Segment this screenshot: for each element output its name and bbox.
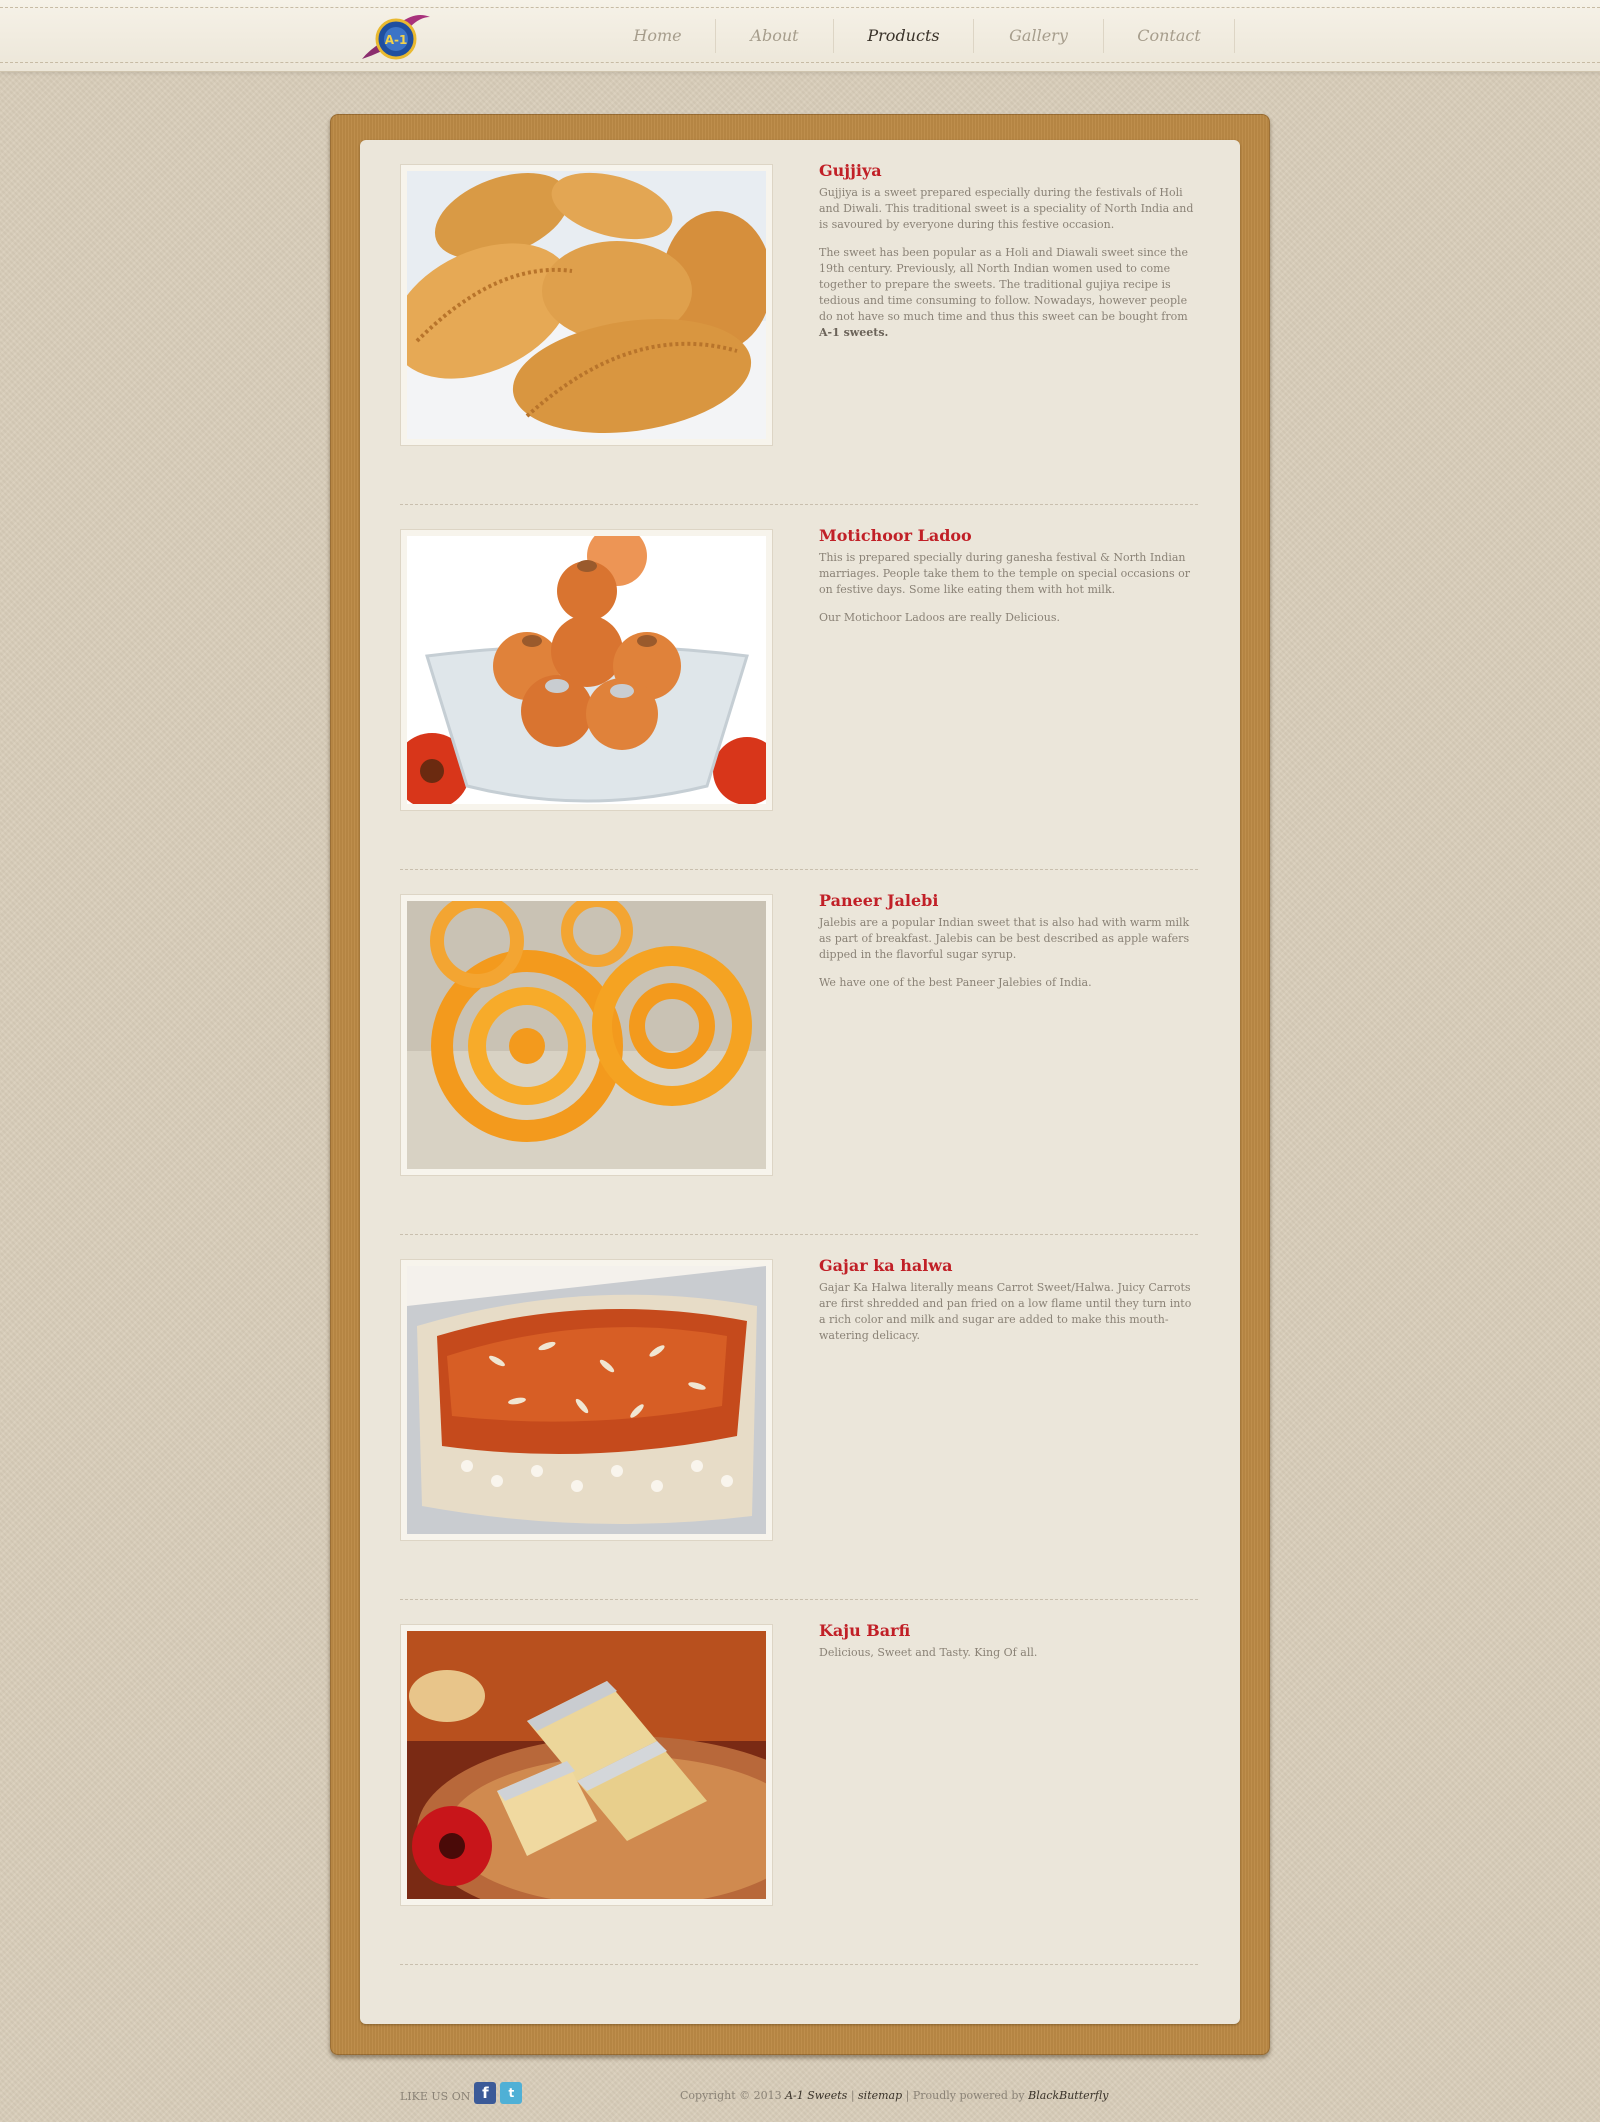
product-info-paneer-jalebi: Paneer Jalebi Jalebis are a popular Indi… xyxy=(819,890,1199,1003)
product-photo-gujjiya xyxy=(400,164,773,446)
nav-products[interactable]: Products xyxy=(834,19,974,53)
product-photo-motichoor-ladoo xyxy=(400,529,773,811)
nav-contact[interactable]: Contact xyxy=(1104,19,1235,53)
product-photo-gajar-ka-halwa xyxy=(400,1259,773,1541)
nav-home[interactable]: Home xyxy=(600,19,716,53)
product-description: Our Motichoor Ladoos are really Deliciou… xyxy=(819,611,1061,624)
svg-text:A-1: A-1 xyxy=(385,33,408,47)
product-card-paneer-jalebi: Paneer Jalebi Jalebis are a popular Indi… xyxy=(400,870,1198,1235)
powered-by-link[interactable]: BlackButterfly xyxy=(1028,2089,1108,2102)
header-stitch-bottom xyxy=(0,62,1600,63)
product-info-motichoor-ladoo: Motichoor Ladoo This is prepared special… xyxy=(819,525,1199,638)
product-info-gujjiya: Gujjiya Gujjiya is a sweet prepared espe… xyxy=(819,160,1199,353)
product-card-gujjiya: Gujjiya Gujjiya is a sweet prepared espe… xyxy=(400,140,1198,505)
site-logo[interactable]: A-1 xyxy=(360,9,432,65)
brand-link[interactable]: A-1 Sweets xyxy=(785,2089,847,2102)
content-panel: Gujjiya Gujjiya is a sweet prepared espe… xyxy=(360,140,1240,2024)
facebook-icon[interactable]: f xyxy=(474,2082,497,2104)
social-links: LIKE US ON f t xyxy=(400,2082,526,2104)
product-description: The sweet has been popular as a Holi and… xyxy=(819,246,1188,339)
site-footer: LIKE US ON f t Copyright © 2013 A-1 Swee… xyxy=(400,2080,1200,2110)
product-title: Paneer Jalebi xyxy=(819,891,939,910)
product-description: This is prepared specially during ganesh… xyxy=(819,551,1190,596)
content-frame: Gujjiya Gujjiya is a sweet prepared espe… xyxy=(330,114,1270,2055)
product-photo-paneer-jalebi xyxy=(400,894,773,1176)
product-title: Gajar ka halwa xyxy=(819,1256,953,1275)
copyright-line: Copyright © 2013 A-1 Sweets | sitemap | … xyxy=(680,2089,1108,2102)
product-description: We have one of the best Paneer Jalebies … xyxy=(819,976,1092,989)
header-stitch-top xyxy=(0,7,1600,8)
product-card-kaju-barfi: Kaju Barfi Delicious, Sweet and Tasty. K… xyxy=(400,1600,1198,1965)
like-us-label: LIKE US ON xyxy=(400,2090,471,2103)
sitemap-link[interactable]: sitemap xyxy=(858,2089,902,2102)
product-description: Gujjiya is a sweet prepared especially d… xyxy=(819,186,1194,231)
product-info-kaju-barfi: Kaju Barfi Delicious, Sweet and Tasty. K… xyxy=(819,1620,1199,1673)
copyright-text: Copyright © 2013 xyxy=(680,2089,782,2102)
product-description: Delicious, Sweet and Tasty. King Of all. xyxy=(819,1646,1038,1659)
powered-by-label: | Proudly powered by xyxy=(905,2089,1025,2102)
product-description: Gajar Ka Halwa literally means Carrot Sw… xyxy=(819,1281,1192,1342)
nav-about[interactable]: About xyxy=(716,19,834,53)
site-header: A-1 Home About Products Gallery Contact xyxy=(0,0,1600,72)
separator: | xyxy=(850,2089,855,2102)
product-photo-kaju-barfi xyxy=(400,1624,773,1906)
logo-emblem-icon: A-1 xyxy=(362,15,430,60)
product-title: Gujjiya xyxy=(819,161,882,180)
product-description: Jalebis are a popular Indian sweet that … xyxy=(819,916,1190,961)
main-nav: Home About Products Gallery Contact xyxy=(600,19,1235,53)
product-card-motichoor-ladoo: Motichoor Ladoo This is prepared special… xyxy=(400,505,1198,870)
product-info-gajar-ka-halwa: Gajar ka halwa Gajar Ka Halwa literally … xyxy=(819,1255,1199,1356)
product-card-gajar-ka-halwa: Gajar ka halwa Gajar Ka Halwa literally … xyxy=(400,1235,1198,1600)
nav-gallery[interactable]: Gallery xyxy=(974,19,1104,53)
product-title: Kaju Barfi xyxy=(819,1621,911,1640)
twitter-icon[interactable]: t xyxy=(500,2082,523,2104)
product-title: Motichoor Ladoo xyxy=(819,526,972,545)
brand-highlight: A-1 sweets. xyxy=(819,326,889,339)
